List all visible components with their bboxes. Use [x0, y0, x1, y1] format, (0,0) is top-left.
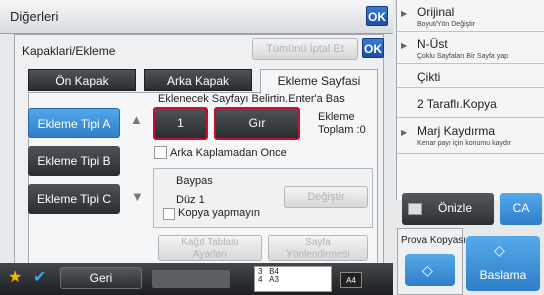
page-orientation-label-1: Sayfa [305, 237, 331, 248]
tray-status: 3 B4 4 A3 [254, 266, 332, 292]
proof-copy-label: Prova Kopyası [401, 235, 467, 246]
preview-icon [408, 203, 422, 215]
paper-type: Düz 1 [176, 194, 205, 206]
page-title: Diğerleri [10, 9, 59, 24]
menu-arrow-icon: ▶ [401, 41, 408, 50]
tab-back-cover[interactable]: Arka Kapak [144, 69, 252, 91]
clear-all-button[interactable]: CA [500, 193, 542, 225]
insert-type-a-button[interactable]: Ekleme Tipi A [28, 108, 120, 138]
arrow-up-icon[interactable]: ▲ [130, 112, 143, 127]
start-icon: ◇ [494, 242, 505, 258]
tab-front-cover[interactable]: Ön Kapak [28, 69, 136, 91]
no-copy-checkbox[interactable] [163, 208, 175, 220]
insert-total-value: Toplam :0 [318, 124, 366, 136]
menu-item-output[interactable]: Çikti [397, 64, 544, 88]
no-copy-label: Kopya yapmayın [178, 207, 260, 219]
menu-item-margin-shift[interactable]: ▶ Marj Kaydırma Kenar payı için konumu k… [397, 118, 544, 154]
menu-item-title: Marj Kaydırma [417, 124, 496, 138]
menu-item-sub: Kenar payı için konumu kaydır [417, 140, 512, 147]
menu-item-n-up[interactable]: ▶ N-Üst Çoklu Sayfaları Bir Sayfa yap [397, 32, 544, 64]
no-back-cover-label: Arka Kaplamadan Once [170, 147, 287, 159]
proof-start-icon: ◇ [422, 262, 433, 278]
insert-type-c-button[interactable]: Ekleme Tipi C [28, 184, 120, 214]
tab-insert-page[interactable]: Ekleme Sayfasi [260, 69, 378, 94]
arrow-down-icon[interactable]: ▼ [131, 189, 144, 204]
no-back-cover-checkbox[interactable] [154, 146, 167, 159]
cancel-all-button[interactable]: Tümünü İptal Et [252, 38, 358, 60]
menu-item-sub: Çoklu Sayfaları Bir Sayfa yap [417, 53, 509, 60]
menu-arrow-icon: ▶ [401, 9, 408, 18]
insert-total-label: Ekleme [318, 111, 355, 123]
menu-item-title: 2 Taraflı.Kopya [417, 97, 497, 111]
insert-total: Ekleme Toplam :0 [318, 111, 366, 137]
top-bar: Diğerleri [0, 0, 393, 34]
check-icon[interactable]: ✔ [33, 267, 46, 287]
page-orientation-button[interactable]: Sayfa Yönlendirmesi [268, 235, 368, 261]
enter-button[interactable]: Gır [214, 107, 300, 140]
menu-item-original[interactable]: ▶ Orijinal Boyut/Yön Değiştir [397, 0, 544, 32]
bottom-status-block [152, 270, 230, 288]
star-icon[interactable]: ★ [8, 267, 22, 287]
instruction-text: Eklenecek Sayfayı Belirtin.Enter'a Bas [158, 93, 345, 105]
ok-button[interactable]: OK [366, 6, 388, 26]
paper-tray-label-2: Ayarları [192, 249, 228, 260]
menu-item-sub: Boyut/Yön Değiştir [417, 21, 475, 28]
menu-item-title: Orijinal [417, 5, 455, 19]
bypass-label: Baypas [176, 175, 213, 187]
paper-tray-label-1: Kağıt Tablası [181, 237, 239, 248]
page-orientation-label-2: Yönlendirmesi [286, 249, 350, 260]
tray-number: 4 [258, 275, 263, 284]
page-number-input[interactable]: 1 [153, 107, 208, 140]
tray-size: A3 [269, 275, 279, 284]
menu-item-title: Çikti [417, 70, 441, 84]
menu-item-title: N-Üst [417, 37, 448, 51]
paper-size-badge: A4 [340, 272, 362, 288]
dialog-title: Kapaklari/Ekleme [22, 44, 116, 58]
menu-arrow-icon: ▶ [401, 128, 408, 137]
back-button[interactable]: Geri [60, 267, 142, 289]
menu-item-duplex[interactable]: 2 Taraflı.Kopya [397, 88, 544, 118]
insert-type-b-button[interactable]: Ekleme Tipi B [28, 146, 120, 176]
dialog-ok-button[interactable]: OK [362, 38, 384, 58]
change-button[interactable]: Değiştir [284, 186, 368, 208]
paper-tray-settings-button[interactable]: Kağıt Tablası Ayarları [158, 235, 262, 261]
start-label: Baslama [479, 268, 527, 282]
